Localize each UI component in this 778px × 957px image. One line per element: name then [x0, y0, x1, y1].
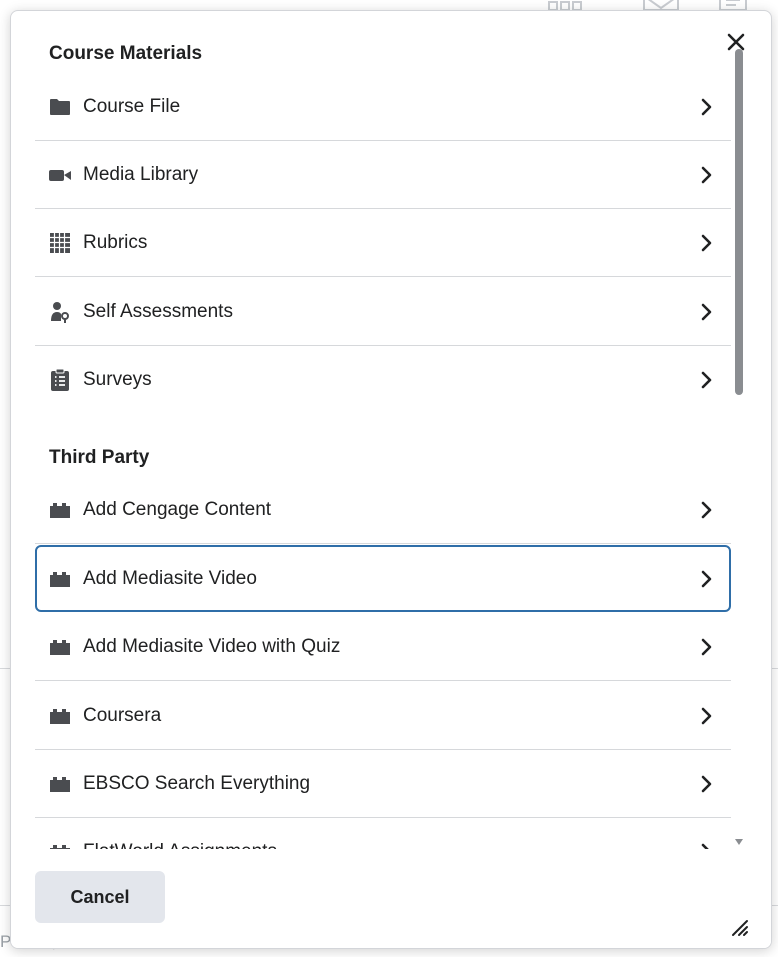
plugin-icon	[48, 567, 72, 591]
list-item-add-mediasite-video[interactable]: Add Mediasite Video	[35, 545, 731, 612]
list-item-label: Media Library	[83, 163, 199, 185]
list-item-label: Course File	[83, 95, 181, 117]
clipboard-list-icon	[48, 368, 72, 392]
plugin-icon	[48, 498, 72, 522]
chevron-right-icon	[699, 774, 715, 794]
close-button[interactable]	[723, 29, 749, 55]
plugin-icon	[48, 840, 72, 849]
chevron-right-icon	[699, 302, 715, 322]
list-item-add-mediasite-video-with-quiz[interactable]: Add Mediasite Video with Quiz	[35, 613, 731, 681]
list-item-label: Self Assessments	[83, 300, 233, 322]
list-item-label: Coursera	[83, 704, 162, 726]
list-item-coursera[interactable]: Coursera	[35, 682, 731, 750]
chevron-right-icon	[699, 165, 715, 185]
grid-icon	[48, 231, 72, 255]
chevron-right-icon	[699, 569, 715, 589]
chevron-right-icon	[699, 500, 715, 520]
list-item-rubrics[interactable]: Rubrics	[35, 209, 731, 277]
chevron-right-icon	[699, 97, 715, 117]
person-key-icon	[48, 300, 72, 324]
section-title-third-party: Third Party	[49, 447, 150, 468]
list-item-label: Rubrics	[83, 231, 148, 253]
dialog-scroll-area[interactable]: Course Materials Course File Media Libra…	[11, 11, 746, 849]
video-camera-icon	[48, 163, 72, 187]
list-item-label: FlatWorld Assignments	[83, 841, 277, 849]
scrollbar-thumb[interactable]	[735, 49, 743, 395]
add-content-dialog: Course Materials Course File Media Libra…	[10, 10, 772, 949]
chevron-right-icon	[699, 233, 715, 253]
close-icon	[727, 33, 745, 51]
background-divider	[0, 905, 10, 906]
list-item-label: Add Mediasite Video	[83, 567, 257, 589]
list-item-ebsco-search-everything[interactable]: EBSCO Search Everything	[35, 750, 731, 818]
chevron-right-icon	[699, 842, 715, 849]
list-item-label: Surveys	[83, 369, 152, 390]
list-item-self-assessments[interactable]: Self Assessments	[35, 278, 731, 346]
resize-handle-icon[interactable]	[729, 917, 749, 937]
list-item-label: EBSCO Search Everything	[83, 772, 311, 794]
plugin-icon	[48, 704, 72, 728]
list-item-course-file[interactable]: Course File	[35, 73, 731, 141]
list-item-flatworld-assignments[interactable]: FlatWorld Assignments	[35, 818, 731, 849]
background-divider	[0, 668, 10, 669]
dialog-scrollbar[interactable]	[733, 41, 745, 853]
dialog-footer: Cancel	[11, 849, 771, 948]
chevron-right-icon	[699, 637, 715, 657]
cancel-button[interactable]: Cancel	[35, 871, 165, 923]
list-item-label: Add Cengage Content	[83, 498, 272, 520]
chevron-right-icon	[699, 706, 715, 726]
plugin-icon	[48, 635, 72, 659]
list-item-media-library[interactable]: Media Library	[35, 141, 731, 209]
chevron-right-icon	[699, 370, 715, 390]
list-item-add-cengage-content[interactable]: Add Cengage Content	[35, 476, 731, 544]
plugin-icon	[48, 772, 72, 796]
section-title-course-materials: Course Materials	[49, 43, 203, 64]
scroll-down-arrow-icon[interactable]	[735, 839, 743, 845]
folder-icon	[48, 95, 72, 119]
list-item-surveys[interactable]: Surveys	[35, 346, 731, 414]
list-item-label: Add Mediasite Video with Quiz	[83, 635, 341, 657]
